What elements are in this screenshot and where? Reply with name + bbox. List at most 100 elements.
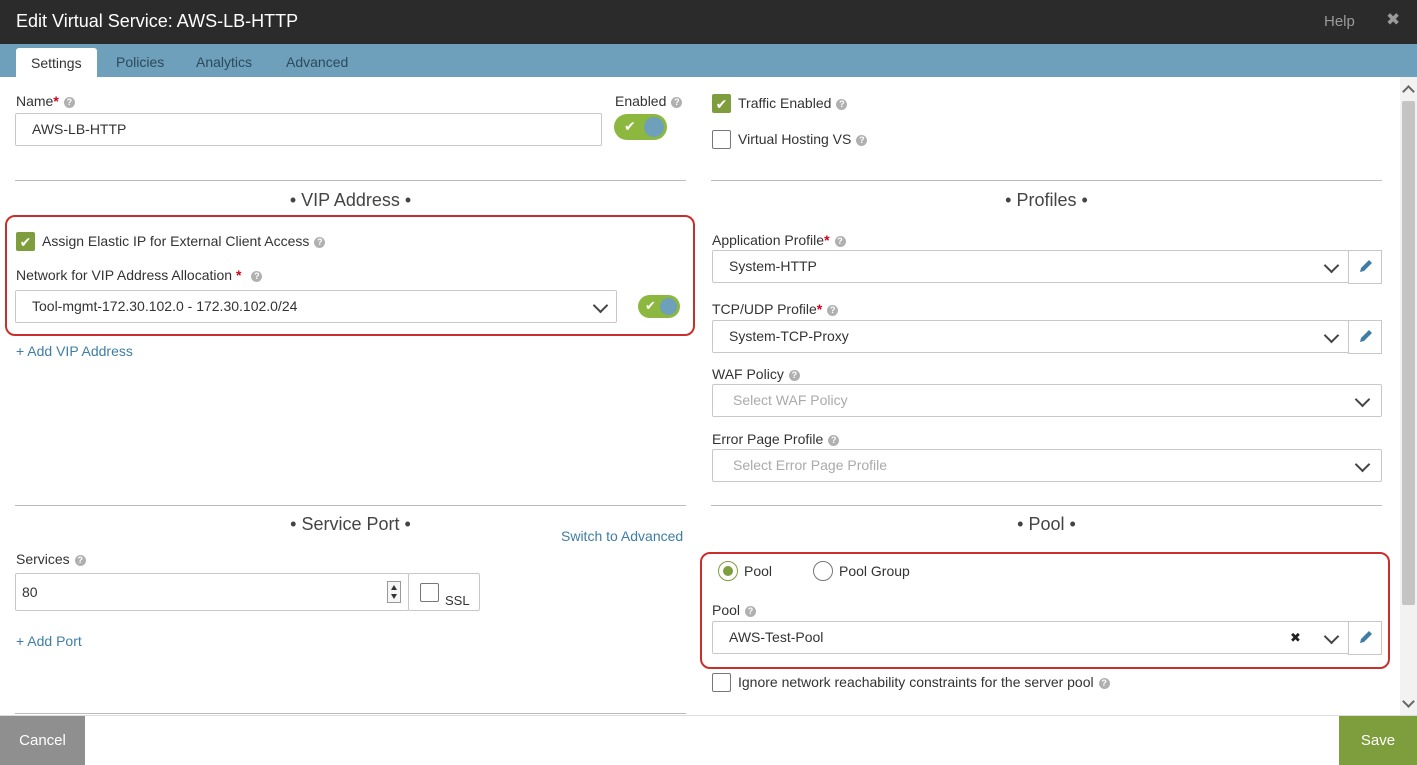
- enabled-label: Enabled?: [615, 93, 683, 109]
- virtual-hosting-label: Virtual Hosting VS?: [738, 131, 868, 147]
- help-icon[interactable]: ?: [788, 370, 800, 381]
- network-value: Tool-mgmt-172.30.102.0 - 172.30.102.0/24: [32, 298, 298, 314]
- vertical-scrollbar[interactable]: [1400, 77, 1417, 715]
- tcp-udp-profile-value: System-TCP-Proxy: [729, 328, 849, 344]
- tab-bar: Settings Policies Analytics Advanced: [0, 44, 1417, 77]
- section-divider: [15, 180, 686, 181]
- help-icon[interactable]: ?: [74, 555, 86, 566]
- tab-advanced[interactable]: Advanced: [286, 54, 348, 70]
- help-icon[interactable]: ?: [856, 135, 868, 146]
- ignore-reachability-checkbox[interactable]: [712, 673, 731, 692]
- help-icon[interactable]: ?: [314, 237, 326, 248]
- name-label: Name*?: [16, 93, 75, 109]
- help-icon[interactable]: ?: [828, 435, 840, 446]
- error-page-profile-select[interactable]: Select Error Page Profile: [712, 449, 1382, 482]
- pencil-icon: [1360, 330, 1372, 342]
- ssl-box: SSL: [408, 573, 480, 611]
- add-port-link[interactable]: + Add Port: [16, 633, 82, 649]
- chevron-down-icon: [592, 297, 609, 314]
- help-icon[interactable]: ?: [827, 305, 839, 316]
- pool-group-radio-label: Pool Group: [839, 563, 910, 579]
- toggle-knob: [660, 298, 677, 315]
- port-stepper[interactable]: [387, 581, 401, 603]
- vip-toggle[interactable]: ✔: [638, 295, 680, 318]
- pool-group-radio[interactable]: [813, 561, 833, 581]
- application-profile-select[interactable]: System-HTTP: [712, 250, 1349, 283]
- chevron-down-icon: [1354, 391, 1371, 408]
- switch-to-advanced-link[interactable]: Switch to Advanced: [561, 528, 683, 544]
- clear-icon[interactable]: ✖: [1290, 622, 1301, 653]
- traffic-enabled-checkbox[interactable]: ✔: [712, 94, 731, 113]
- help-link[interactable]: Help: [1324, 13, 1355, 30]
- help-icon[interactable]: ?: [745, 606, 757, 617]
- scrollbar-thumb[interactable]: [1402, 101, 1415, 605]
- pool-radio[interactable]: [718, 561, 738, 581]
- cancel-button[interactable]: Cancel: [0, 716, 85, 765]
- help-icon[interactable]: ?: [836, 99, 848, 110]
- decrement-icon: [391, 594, 397, 599]
- tab-policies[interactable]: Policies: [116, 54, 164, 70]
- section-divider: [15, 505, 686, 506]
- tab-settings[interactable]: Settings: [16, 48, 97, 77]
- help-icon[interactable]: ?: [834, 236, 846, 247]
- services-label: Services?: [16, 551, 86, 567]
- pencil-icon: [1360, 260, 1372, 272]
- help-icon[interactable]: ?: [1098, 678, 1110, 689]
- network-select[interactable]: Tool-mgmt-172.30.102.0 - 172.30.102.0/24: [15, 290, 617, 323]
- port-value: 80: [22, 584, 38, 600]
- tcp-udp-profile-label: TCP/UDP Profile*?: [712, 301, 839, 317]
- chevron-down-icon: [1354, 456, 1371, 473]
- scroll-up-icon[interactable]: [1402, 85, 1415, 98]
- help-icon[interactable]: ?: [251, 271, 263, 282]
- check-icon: ✔: [624, 118, 636, 134]
- section-divider: [711, 505, 1382, 506]
- window-title: Edit Virtual Service: AWS-LB-HTTP: [16, 11, 299, 31]
- name-input[interactable]: AWS-LB-HTTP: [15, 113, 602, 146]
- tab-analytics[interactable]: Analytics: [196, 54, 252, 70]
- edit-tcp-udp-profile-button[interactable]: [1348, 320, 1382, 354]
- check-icon: ✔: [645, 298, 656, 313]
- pool-radio-label: Pool: [744, 563, 773, 579]
- pool-select[interactable]: AWS-Test-Pool ✖: [712, 621, 1349, 654]
- settings-form: Name*? AWS-LB-HTTP Enabled? ✔ ✔ Traffic …: [0, 77, 1400, 715]
- increment-icon: [391, 585, 397, 590]
- tcp-udp-profile-select[interactable]: System-TCP-Proxy: [712, 320, 1349, 353]
- error-page-profile-label: Error Page Profile?: [712, 431, 840, 447]
- edit-application-profile-button[interactable]: [1348, 250, 1382, 284]
- pencil-icon: [1360, 631, 1372, 643]
- network-label: Network for VIP Address Allocation *?: [16, 267, 263, 283]
- edit-pool-button[interactable]: [1348, 621, 1382, 655]
- virtual-hosting-checkbox[interactable]: [712, 130, 731, 149]
- ssl-checkbox[interactable]: [420, 583, 439, 602]
- traffic-enabled-label: Traffic Enabled?: [738, 95, 848, 111]
- ignore-reachability-label: Ignore network reachability constraints …: [738, 674, 1110, 690]
- waf-policy-label: WAF Policy?: [712, 366, 800, 382]
- pool-section-title: • Pool •: [1017, 514, 1076, 534]
- dialog-footer: Cancel Save: [0, 715, 1417, 765]
- enabled-toggle[interactable]: ✔: [614, 114, 667, 140]
- title-bar: Edit Virtual Service: AWS-LB-HTTP Help ✖: [0, 0, 1417, 44]
- waf-policy-select[interactable]: Select WAF Policy: [712, 384, 1382, 417]
- pool-label: Pool?: [712, 602, 757, 618]
- error-page-profile-placeholder: Select Error Page Profile: [733, 457, 888, 473]
- chevron-down-icon: [1323, 628, 1340, 645]
- ssl-label: SSL: [445, 593, 470, 608]
- vip-section-title: • VIP Address •: [289, 190, 412, 210]
- waf-policy-placeholder: Select WAF Policy: [733, 392, 848, 408]
- help-icon[interactable]: ?: [671, 97, 683, 108]
- assign-eip-checkbox[interactable]: ✔: [16, 232, 35, 251]
- application-profile-label: Application Profile*?: [712, 232, 846, 248]
- profiles-section-title: • Profiles •: [1005, 190, 1088, 210]
- section-divider: [15, 713, 686, 714]
- port-input[interactable]: 80: [15, 573, 409, 611]
- section-divider: [711, 180, 1382, 181]
- save-button[interactable]: Save: [1339, 716, 1417, 765]
- assign-eip-label: Assign Elastic IP for External Client Ac…: [42, 233, 326, 249]
- scroll-down-icon[interactable]: [1402, 695, 1415, 708]
- pool-value: AWS-Test-Pool: [729, 629, 824, 645]
- help-icon[interactable]: ?: [63, 97, 75, 108]
- close-icon[interactable]: ✖: [1386, 10, 1400, 30]
- chevron-down-icon: [1323, 257, 1340, 274]
- add-vip-link[interactable]: + Add VIP Address: [16, 343, 133, 359]
- toggle-knob: [644, 117, 664, 137]
